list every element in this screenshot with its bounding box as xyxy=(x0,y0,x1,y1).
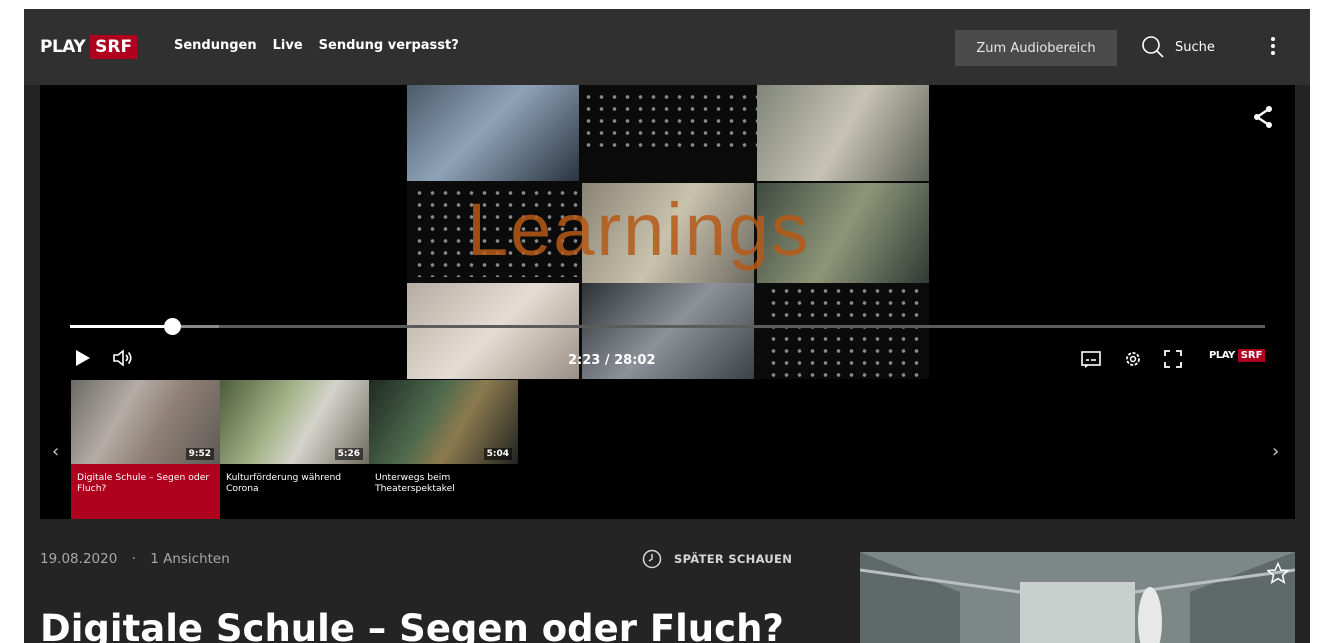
more-menu-icon[interactable] xyxy=(1270,37,1276,57)
watch-later-label: SPÄTER SCHAUEN xyxy=(674,552,793,566)
playlist-item-title: Kulturförderung während Corona xyxy=(226,472,342,494)
watch-later-button[interactable]: SPÄTER SCHAUEN xyxy=(642,549,792,569)
fullscreen-icon[interactable] xyxy=(1164,350,1182,368)
share-icon[interactable] xyxy=(1252,105,1274,129)
playlist-item[interactable]: 5:26 Kulturförderung während Corona xyxy=(220,380,369,519)
video-tile-tablet xyxy=(407,85,579,181)
search-icon xyxy=(1142,36,1164,58)
favorite-star-icon[interactable] xyxy=(1267,562,1289,584)
player-srf-logo[interactable]: PLAY SRF xyxy=(1209,349,1266,362)
thumbnail-scene xyxy=(860,552,1295,643)
video-tile-writing xyxy=(407,283,579,379)
duration-badge: 5:04 xyxy=(483,448,512,460)
settings-icon[interactable] xyxy=(1124,350,1142,368)
episode-meta: 19.08.2020 · 1 Ansichten xyxy=(40,551,230,567)
progress-handle[interactable] xyxy=(164,318,181,335)
page-title: Digitale Schule – Segen oder Fluch? xyxy=(40,607,784,643)
video-tile-desk xyxy=(757,85,929,181)
episode-date: 19.08.2020 xyxy=(40,551,118,567)
duration-badge: 9:52 xyxy=(185,448,214,460)
time-display: 2:23 / 28:02 xyxy=(568,353,656,368)
search-button[interactable]: Suche xyxy=(1141,35,1215,59)
play-icon[interactable] xyxy=(75,349,91,367)
video-player[interactable]: Learnings 2:23 / 28:02 PLAY SRF ‹ › 9:52… xyxy=(40,85,1295,519)
playlist-thumbnail: 5:04 xyxy=(369,380,518,464)
playlist-item[interactable]: 9:52 Digitale Schule – Segen oder Fluch? xyxy=(71,380,220,519)
nav-sendung-verpasst[interactable]: Sendung verpasst? xyxy=(319,38,459,53)
logo-play-text: PLAY xyxy=(40,37,86,57)
logo-srf-text: SRF xyxy=(90,35,138,59)
meta-separator: · xyxy=(131,551,136,567)
clock-icon xyxy=(642,549,662,569)
play-srf-logo[interactable]: PLAY SRF xyxy=(40,35,138,59)
player-logo-play: PLAY xyxy=(1209,350,1235,361)
playlist-thumbnail: 5:26 xyxy=(220,380,369,464)
main-nav: Sendungen Live Sendung verpasst? xyxy=(174,38,459,53)
video-frame[interactable]: Learnings xyxy=(407,85,929,379)
playlist-prev-icon[interactable]: ‹ xyxy=(52,441,59,462)
video-dot-pattern xyxy=(582,91,757,151)
nav-live[interactable]: Live xyxy=(273,38,303,53)
playlist-item-title: Unterwegs beim Theaterspektakel xyxy=(375,472,455,494)
video-dot-pattern xyxy=(767,285,927,377)
audio-section-button[interactable]: Zum Audiobereich xyxy=(955,30,1117,66)
progress-fill xyxy=(70,325,172,328)
top-navigation: PLAY SRF Sendungen Live Sendung verpasst… xyxy=(24,9,1310,85)
video-overlay-text: Learnings xyxy=(467,188,811,271)
nav-sendungen[interactable]: Sendungen xyxy=(174,38,257,53)
player-logo-srf: SRF xyxy=(1237,349,1266,362)
related-thumbnail[interactable] xyxy=(860,552,1295,643)
episode-views: 1 Ansichten xyxy=(150,551,230,567)
playlist: 9:52 Digitale Schule – Segen oder Fluch?… xyxy=(71,380,518,519)
progress-bar[interactable] xyxy=(70,318,1265,335)
playlist-thumbnail: 9:52 xyxy=(71,380,220,464)
playlist-item-title: Digitale Schule – Segen oder Fluch? xyxy=(71,464,220,519)
page: PLAY SRF Sendungen Live Sendung verpasst… xyxy=(24,9,1310,643)
playlist-item[interactable]: 5:04 Unterwegs beim Theaterspektakel xyxy=(369,380,518,519)
volume-icon[interactable] xyxy=(112,349,134,367)
duration-badge: 5:26 xyxy=(334,448,363,460)
search-label: Suche xyxy=(1175,39,1215,55)
subtitles-icon[interactable] xyxy=(1081,351,1101,369)
playlist-next-icon[interactable]: › xyxy=(1272,441,1279,462)
